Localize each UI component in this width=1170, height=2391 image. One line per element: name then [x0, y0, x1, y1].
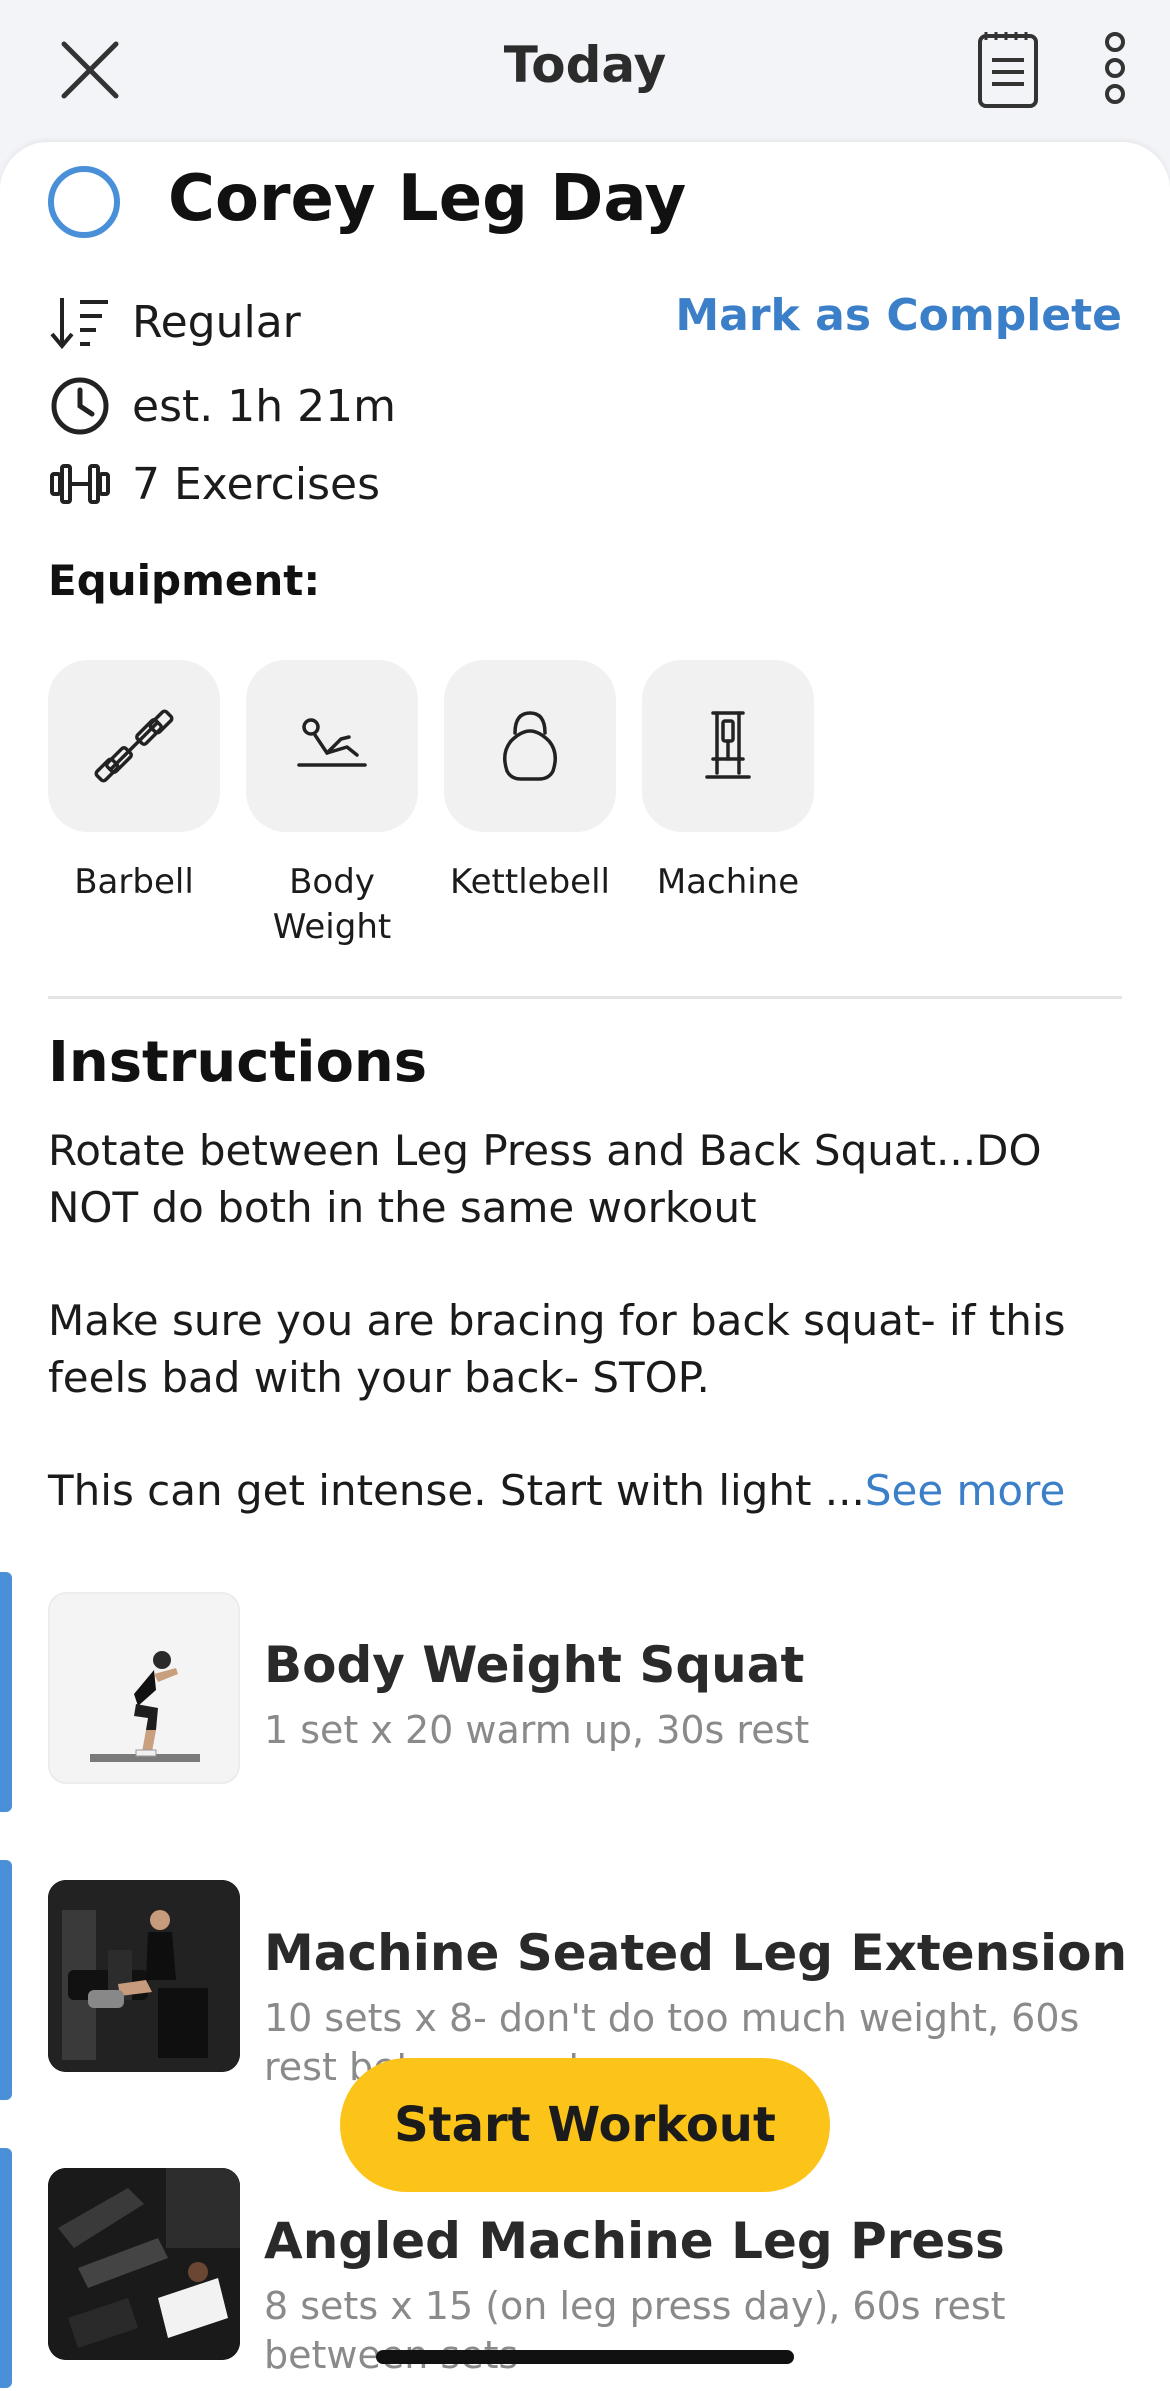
instructions-paragraph: This can get intense. Start with light .… [48, 1462, 1088, 1519]
equipment-tile [48, 660, 220, 832]
exercise-name: Body Weight Squat [264, 1636, 805, 1694]
section-divider [48, 996, 1122, 999]
equipment-item-kettlebell[interactable]: Kettlebell [444, 660, 616, 950]
instructions-paragraph: Make sure you are bracing for back squat… [48, 1296, 1066, 1402]
start-workout-button[interactable]: Start Workout [340, 2058, 830, 2192]
exercise-thumbnail [48, 1592, 240, 1784]
workout-title: Corey Leg Day [168, 162, 687, 236]
body-weight-icon [297, 718, 367, 767]
notepad-icon [978, 32, 1038, 108]
more-options-button[interactable] [1090, 24, 1140, 114]
equipment-item-barbell[interactable]: Barbell [48, 660, 220, 950]
equipment-item-machine[interactable]: Machine [642, 660, 814, 950]
instructions-paragraph: Rotate between Leg Press and Back Squat.… [48, 1126, 1042, 1232]
equipment-heading: Equipment: [48, 556, 321, 605]
exercise-name: Angled Machine Leg Press [264, 2212, 1005, 2270]
home-indicator [376, 2350, 794, 2364]
exercise-thumbnail [48, 1880, 240, 2072]
equipment-label: Body Weight [272, 862, 392, 947]
completion-toggle[interactable] [48, 166, 120, 238]
equipment-label: Machine [656, 862, 800, 902]
barbell-icon [94, 709, 174, 783]
clock-icon [48, 374, 112, 438]
instructions-heading: Instructions [48, 1030, 428, 1095]
machine-icon [705, 711, 751, 779]
exercise-accent-bar [0, 1572, 12, 1812]
kettlebell-icon [503, 711, 557, 781]
exercise-name: Machine Seated Leg Extension [264, 1924, 1128, 1982]
exercise-detail: 8 sets x 15 (on leg press day), 60s rest… [264, 2284, 1006, 2377]
exercise-accent-bar [0, 2148, 12, 2388]
workout-type: Regular [132, 296, 301, 348]
exercise-count: 7 Exercises [132, 458, 380, 510]
instructions-paragraph-text: This can get intense. Start with light .… [48, 1466, 865, 1515]
equipment-list: Barbell Body Weight Kettlebell Machine [48, 660, 840, 950]
mark-complete-link[interactable]: Mark as Complete [675, 290, 1122, 341]
instructions-body: Rotate between Leg Press and Back Squat.… [48, 1122, 1088, 1575]
duration-row: est. 1h 21m [48, 374, 396, 438]
equipment-label: Barbell [74, 862, 194, 902]
see-more-link[interactable]: See more [865, 1466, 1065, 1515]
equipment-tile [246, 660, 418, 832]
workout-type-row: Regular [48, 290, 301, 354]
equipment-tile [642, 660, 814, 832]
exercise-item[interactable]: Machine Seated Leg Extension 10 sets x 8… [0, 1860, 1170, 2100]
exercise-item[interactable]: Angled Machine Leg Press 8 sets x 15 (on… [0, 2148, 1170, 2388]
equipment-label: Kettlebell [450, 862, 610, 902]
exercise-thumbnail [48, 2168, 240, 2360]
equipment-item-body-weight[interactable]: Body Weight [246, 660, 418, 950]
sort-icon [48, 290, 112, 354]
dumbbell-icon [48, 452, 112, 516]
exercise-accent-bar [0, 1860, 12, 2100]
exercise-detail: 1 set x 20 warm up, 30s rest [264, 1708, 810, 1752]
exercise-item[interactable]: Body Weight Squat 1 set x 20 warm up, 30… [0, 1572, 1170, 1812]
top-bar: Today [0, 0, 1170, 140]
duration: est. 1h 21m [132, 380, 396, 432]
notes-button[interactable] [968, 24, 1048, 114]
exercise-count-row: 7 Exercises [48, 452, 380, 516]
equipment-tile [444, 660, 616, 832]
more-vertical-icon [1105, 32, 1125, 104]
